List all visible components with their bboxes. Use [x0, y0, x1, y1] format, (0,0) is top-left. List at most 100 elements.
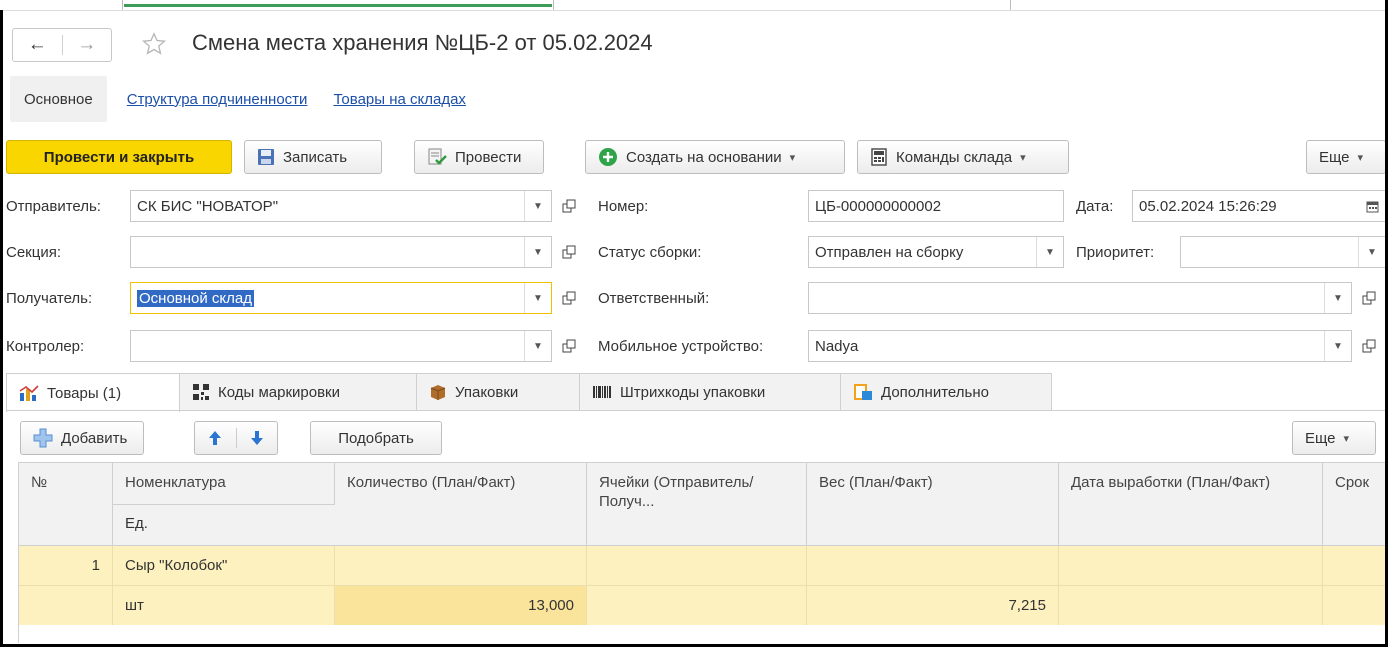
table-row[interactable]: 1 Сыр "Колобок": [19, 546, 1385, 585]
row-weight-plan[interactable]: [807, 546, 1059, 585]
grid-more-button[interactable]: Еще ▾: [1292, 421, 1376, 455]
back-button[interactable]: ←: [13, 29, 62, 61]
col-cells[interactable]: Ячейки (Отправитель/Получ...: [587, 463, 807, 545]
warehouse-commands-label: Команды склада: [896, 148, 1013, 166]
tab-additional[interactable]: Дополнительно: [840, 373, 1052, 410]
assembly-status-field[interactable]: Отправлен на сборку ▼: [808, 236, 1064, 268]
dropdown-arrow-icon[interactable]: ▼: [1324, 331, 1351, 361]
assembly-status-label: Статус сборки:: [598, 244, 702, 261]
add-button[interactable]: Добавить: [20, 421, 144, 455]
grid-more-label: Еще: [1305, 429, 1336, 447]
table-header: № Номенклатура Ед. Количество (План/Факт…: [19, 463, 1385, 546]
col-nomenclature[interactable]: Номенклатура: [113, 463, 335, 504]
plus-icon: [33, 428, 53, 448]
dropdown-arrow-icon[interactable]: ▼: [524, 331, 551, 361]
open-window-icon[interactable]: [556, 330, 582, 362]
col-weight[interactable]: Вес (План/Факт): [807, 463, 1059, 545]
dropdown-arrow-icon[interactable]: ▼: [524, 191, 551, 221]
chevron-down-icon: ▾: [1357, 151, 1364, 164]
goods-table: № Номенклатура Ед. Количество (План/Факт…: [18, 462, 1385, 643]
tab-main[interactable]: Основное: [10, 76, 107, 122]
more-button[interactable]: Еще ▾: [1306, 140, 1386, 174]
floppy-icon: [257, 148, 275, 166]
tab-package-barcodes-label: Штрихкоды упаковки: [620, 383, 766, 401]
row-date-plan[interactable]: [1059, 546, 1323, 585]
controller-field[interactable]: ▼: [130, 330, 552, 362]
create-based-button[interactable]: Создать на основании ▾: [585, 140, 845, 174]
sender-label: Отправитель:: [6, 198, 101, 215]
dropdown-arrow-icon[interactable]: ▼: [1324, 283, 1351, 313]
pick-label: Подобрать: [338, 429, 414, 447]
more-label: Еще: [1319, 148, 1350, 166]
mobile-device-value: Nadya: [815, 337, 859, 355]
chevron-down-icon: ▾: [1020, 151, 1026, 164]
date-field[interactable]: 05.02.2024 15:26:29: [1132, 190, 1386, 222]
row-nomenclature[interactable]: Сыр "Колобок": [113, 546, 335, 585]
open-window-icon[interactable]: [556, 236, 582, 268]
row-cells-sender[interactable]: [587, 546, 807, 585]
forward-button[interactable]: →: [63, 29, 112, 61]
dropdown-arrow-icon[interactable]: ▼: [1358, 237, 1385, 267]
col-unit[interactable]: Ед.: [113, 504, 335, 545]
open-window-icon[interactable]: [556, 282, 582, 314]
tab-package-barcodes[interactable]: Штрихкоды упаковки: [579, 373, 841, 410]
date-label: Дата:: [1076, 198, 1114, 215]
row-cells-receiver[interactable]: [587, 586, 807, 625]
tab-marking-codes[interactable]: Коды маркировки: [179, 373, 417, 410]
pick-button[interactable]: Подобрать: [310, 421, 442, 455]
tab-stock[interactable]: Товары на складах: [327, 91, 471, 108]
row-weight[interactable]: 7,215: [807, 586, 1059, 625]
save-button[interactable]: Записать: [244, 140, 382, 174]
open-window-icon[interactable]: [1356, 282, 1382, 314]
mobile-device-field[interactable]: Nadya ▼: [808, 330, 1352, 362]
dropdown-arrow-icon[interactable]: ▼: [524, 283, 551, 313]
col-num[interactable]: №: [19, 463, 113, 545]
chevron-down-icon: ▾: [1343, 432, 1350, 445]
tab-packages[interactable]: Упаковки: [416, 373, 580, 410]
chart-icon: [19, 384, 39, 402]
table-row[interactable]: шт 13,000 7,215: [19, 585, 1385, 625]
row-qty-plan[interactable]: [335, 546, 587, 585]
col-quantity[interactable]: Количество (План/Факт): [335, 463, 587, 545]
move-up-icon[interactable]: [195, 430, 236, 446]
tab-marking-codes-label: Коды маркировки: [218, 383, 340, 401]
responsible-field[interactable]: ▼: [808, 282, 1352, 314]
calendar-icon[interactable]: [1359, 191, 1385, 221]
receiver-field[interactable]: Основной склад ▼: [130, 282, 552, 314]
favorite-star-icon[interactable]: [136, 28, 172, 60]
tab-goods-label: Товары (1): [47, 384, 122, 402]
post-and-close-button[interactable]: Провести и закрыть: [6, 140, 232, 174]
tab-goods[interactable]: Товары (1): [6, 373, 180, 412]
sender-field[interactable]: СК БИС "НОВАТОР" ▼: [130, 190, 552, 222]
dropdown-arrow-icon[interactable]: ▼: [524, 237, 551, 267]
col-production-date[interactable]: Дата выработки (План/Факт): [1059, 463, 1323, 545]
warehouse-commands-button[interactable]: Команды склада ▾: [857, 140, 1069, 174]
priority-label: Приоритет:: [1076, 244, 1155, 261]
tab-subordination[interactable]: Структура подчиненности: [121, 91, 314, 108]
move-buttons: [194, 421, 278, 455]
date-value: 05.02.2024 15:26:29: [1139, 197, 1277, 215]
row-unit[interactable]: шт: [113, 586, 335, 625]
col-term[interactable]: Срок: [1323, 463, 1385, 545]
sender-value: СК БИС "НОВАТОР": [137, 197, 279, 215]
row-number-blank: [19, 586, 113, 625]
mobile-device-label: Мобильное устройство:: [598, 338, 764, 355]
number-value: ЦБ-000000000002: [815, 197, 942, 215]
move-down-icon[interactable]: [237, 430, 278, 446]
barcode-icon: [592, 385, 612, 399]
open-window-icon[interactable]: [556, 190, 582, 222]
post-button[interactable]: Провести: [414, 140, 544, 174]
row-quantity[interactable]: 13,000: [335, 586, 587, 625]
create-based-label: Создать на основании: [626, 148, 782, 166]
responsible-label: Ответственный:: [598, 290, 710, 307]
open-window-icon[interactable]: [1356, 330, 1382, 362]
row-date-fact[interactable]: [1059, 586, 1323, 625]
row-number: 1: [19, 546, 113, 585]
number-field[interactable]: ЦБ-000000000002: [808, 190, 1064, 222]
dropdown-arrow-icon[interactable]: ▼: [1036, 237, 1063, 267]
section-field[interactable]: ▼: [130, 236, 552, 268]
priority-field[interactable]: ▼: [1180, 236, 1386, 268]
chevron-down-icon: ▾: [789, 151, 796, 164]
tab-packages-label: Упаковки: [455, 383, 519, 401]
post-doc-icon: [427, 147, 447, 167]
